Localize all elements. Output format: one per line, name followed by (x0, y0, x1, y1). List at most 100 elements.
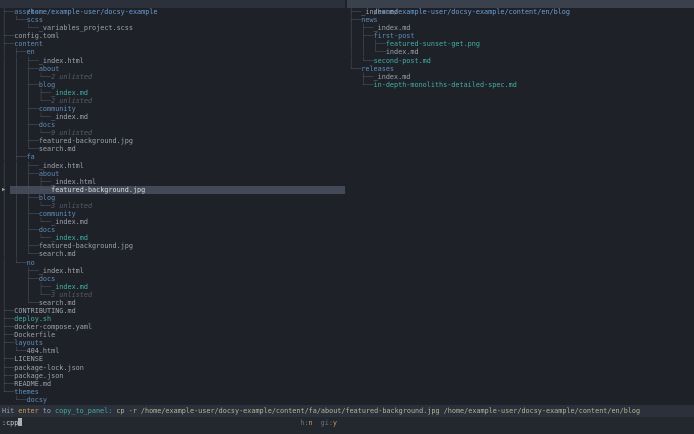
branch-prefix: │ │ │ └── (2, 72, 52, 81)
branch-prefix: ├── (2, 363, 15, 372)
file-name: CONTRIBUTING.md (14, 306, 76, 315)
dir-name: news (361, 16, 378, 25)
tree-row[interactable]: │ │ ├──about (0, 170, 345, 178)
tree-row[interactable]: │ │ ├──community (0, 210, 345, 218)
file-name: _index.md (51, 218, 88, 227)
tree-row[interactable]: │ └──search.md (0, 299, 345, 307)
tree-row[interactable]: └──releases (347, 65, 694, 73)
tree-row[interactable]: ├──docker-compose.yaml (0, 323, 345, 331)
unlisted-note: 2 unlisted (51, 96, 93, 105)
branch-prefix: │ ├── (2, 153, 27, 162)
tree-row[interactable]: │ │ └──search.md (0, 145, 345, 153)
branch-prefix: │ │ ├── (2, 193, 39, 202)
dir-name: docs (38, 226, 56, 235)
tree-row[interactable]: └──themes (0, 388, 345, 396)
branch-prefix: │ │ │ └── (2, 113, 52, 122)
tree-row[interactable]: │ │ ├──_index.html (0, 162, 345, 170)
branch-prefix: ├── (2, 323, 15, 332)
file-name: _index.html (38, 161, 84, 170)
file-name: package.json (14, 371, 64, 380)
branch-prefix: │ │ └── (2, 250, 39, 259)
tree-row[interactable]: │ ├──_index.html (0, 267, 345, 275)
dir-name: community (38, 210, 76, 219)
tree-row[interactable]: ├──config.toml (0, 32, 345, 40)
branch-prefix: └── (2, 387, 15, 396)
file-name: second-post.md (373, 56, 431, 65)
tree-row[interactable]: │ │ │ ├──_index.md (0, 89, 345, 97)
dir-name: about (38, 169, 60, 178)
tree-row[interactable]: │ │ │ ├──_index.html (0, 178, 345, 186)
file-name: search.md (38, 250, 76, 259)
right-tree: ├──_index.md ├──news │ ├──_index.md │ ├──fi… (347, 8, 694, 89)
branch-prefix: │ └── (2, 16, 27, 25)
tree-row[interactable]: │ │ ├──_index.html (0, 57, 345, 65)
dir-name: about (38, 64, 60, 73)
right-root-row[interactable]: /home/example-user/docsy-example/content… (347, 0, 694, 16)
tree-row[interactable]: │ │ ├──blog (0, 81, 345, 89)
tree-row[interactable]: ├──_index.md (347, 73, 694, 81)
flag-gitignore[interactable]: gi:y (321, 419, 337, 427)
tree-row[interactable]: │ │ ├──blog (0, 194, 345, 202)
tree-row[interactable]: │ │ │ └──_index.md (0, 218, 345, 226)
tree-row[interactable]: ├──_index.md (347, 8, 694, 16)
branch-prefix: ├── (349, 16, 362, 25)
tree-row[interactable]: ├──deploy.sh (0, 315, 345, 323)
tree-row[interactable]: │ └──no (0, 259, 345, 267)
file-name: docker-compose.yaml (14, 323, 93, 332)
tree-row[interactable]: │ ├──fa (0, 153, 345, 161)
tree-row[interactable]: │ │ └──3 unlisted (0, 291, 345, 299)
tree-row[interactable]: │ │ ├──about (0, 65, 345, 73)
file-name: in-depth-monoliths-detailed-spec.md (373, 80, 517, 89)
tree-row[interactable]: │ ├──en (0, 48, 345, 56)
file-name: deploy.sh (14, 315, 52, 324)
branch-prefix: ├── (2, 371, 15, 380)
branch-prefix: ├── (2, 8, 15, 17)
file-name: _index.md (361, 8, 399, 17)
file-name: _index.md (51, 113, 88, 122)
input-bar[interactable]: :cpp h:n gi:y (0, 417, 694, 434)
text-cursor (18, 418, 23, 426)
branch-prefix: ├── (349, 72, 374, 81)
flag-hidden[interactable]: h:n (300, 419, 312, 427)
tree-row[interactable]: │ │ └──index.md (347, 48, 694, 56)
branch-prefix: │ │ ├── (2, 282, 52, 291)
left-root-row[interactable]: /home/example-user/docsy-example (0, 0, 345, 16)
branch-prefix: │ └── (349, 56, 374, 65)
left-tree: ├──assets │ └──scss │ └──_variables_projec… (0, 8, 345, 404)
tree-row[interactable]: ├──CONTRIBUTING.md (0, 307, 345, 315)
status-command: cp -r /home/example-user/docsy-example/c… (116, 407, 641, 415)
dir-name: assets (14, 8, 39, 17)
branch-prefix: │ ├── (2, 274, 39, 283)
tree-row[interactable]: │ └──second-post.md (347, 57, 694, 65)
tree-row[interactable]: ├──package-lock.json (0, 364, 345, 372)
tree-row[interactable]: ├──README.md (0, 380, 345, 388)
file-name: _index.md (373, 72, 411, 81)
status-verb: copy_to_panel: (55, 407, 113, 415)
tree-row[interactable]: │ │ │ └──_index.md (0, 113, 345, 121)
file-name: featured-background.jpg (51, 185, 146, 194)
branch-prefix: ├── (2, 355, 15, 364)
tree-row[interactable]: │ │ │ └──2 unlisted (0, 97, 345, 105)
file-name: Dockerfile (14, 331, 56, 340)
branch-prefix: │ │ │ ├── (2, 177, 52, 186)
tree-row[interactable]: │ │ ├──_index.md (0, 283, 345, 291)
tree-row[interactable]: ├──package.json (0, 372, 345, 380)
tree-row[interactable]: ├──assets (0, 8, 345, 16)
branch-prefix: │ │ ├── (2, 161, 39, 170)
tree-row[interactable]: └──in-depth-monoliths-detailed-spec.md (347, 81, 694, 89)
tree-row[interactable]: ├──LICENSE (0, 355, 345, 363)
tree-row[interactable]: │ │ ├──community (0, 105, 345, 113)
tree-row[interactable]: │ │ │ └──2 unlisted (0, 73, 345, 81)
selection-arrow-icon: ▶ (2, 186, 6, 193)
tree-row[interactable]: │ │ └──search.md (0, 250, 345, 258)
dir-name: no (26, 258, 35, 267)
tree-row[interactable]: │ └──404.html (0, 347, 345, 355)
tree-row-selected[interactable]: ▶ │ │ │ └──featured-background.jpg (0, 185, 345, 194)
tree-row[interactable]: └──docsy (0, 396, 345, 404)
branch-prefix: ├── (2, 331, 15, 340)
tree-row[interactable]: │ │ │ └──3 unlisted (0, 202, 345, 210)
tree-row[interactable]: │ ├──docs (0, 275, 345, 283)
input-value[interactable]: :cpp (2, 419, 18, 427)
tree-row[interactable]: ├──content (0, 40, 345, 48)
tree-row[interactable]: ├──Dockerfile (0, 331, 345, 339)
